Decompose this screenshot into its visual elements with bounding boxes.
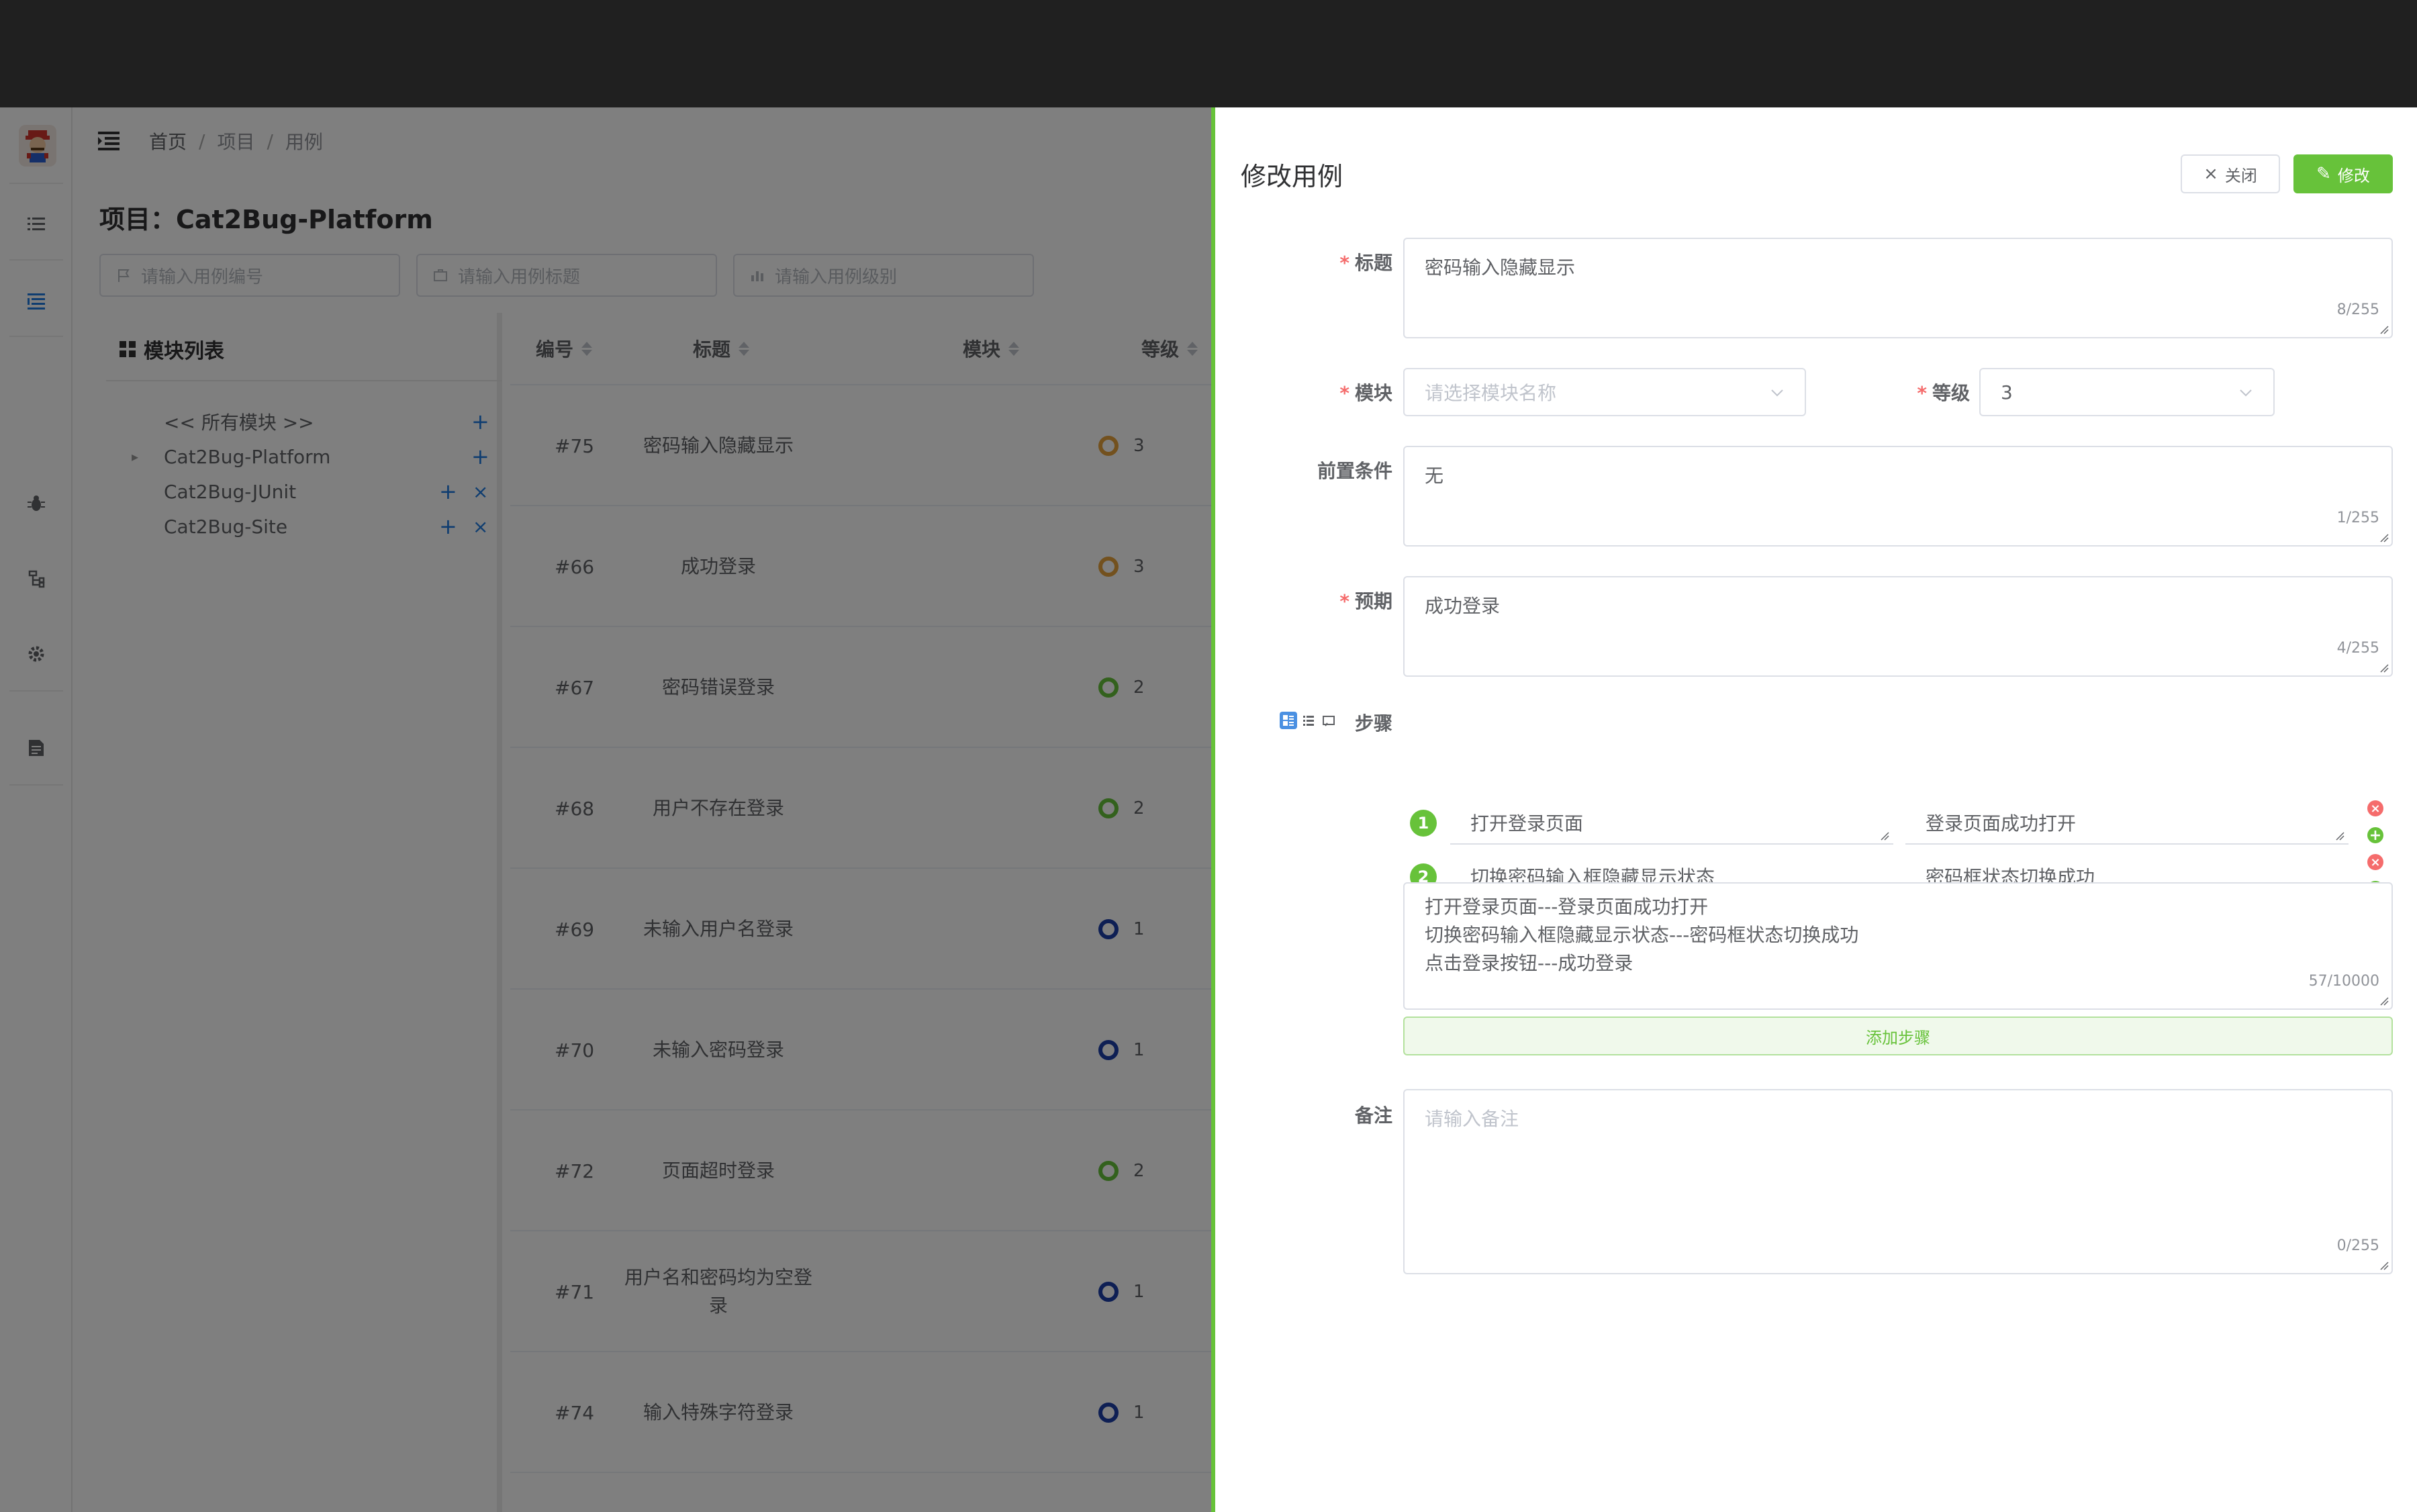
title-counter: 8/255 (2336, 301, 2379, 318)
add-step-button[interactable]: 添加步骤 (1403, 1017, 2393, 1055)
steps-text-field[interactable]: 打开登录页面---登录页面成功打开 切换密码输入框隐藏显示状态---密码框状态切… (1403, 882, 2393, 1010)
resize-grip-icon[interactable] (2379, 996, 2389, 1006)
module-placeholder: 请选择模块名称 (1425, 382, 1557, 404)
close-button-label: 关闭 (2224, 166, 2257, 185)
precondition-label: 前置条件 (1317, 460, 1392, 482)
expected-label: * 预期 (1339, 590, 1392, 612)
steps-text-value: 打开登录页面---登录页面成功打开 切换密码输入框隐藏显示状态---密码框状态切… (1425, 896, 1859, 974)
module-select[interactable]: 请选择模块名称 (1403, 368, 1806, 416)
module-label: * 模块 (1339, 382, 1392, 404)
modal-overlay[interactable] (0, 107, 1211, 1512)
step-row: 1 打开登录页面 登录页面成功打开 × + (1410, 800, 2390, 845)
title-label: * 标题 (1339, 252, 1392, 274)
expected-counter: 4/255 (2336, 640, 2379, 657)
remove-step-icon[interactable]: × (2367, 854, 2383, 870)
app-window: 首页 / 项目 / 用例 项目：Cat2Bug-Platform 请输入用例编号… (0, 107, 2417, 1512)
top-black-bar (0, 0, 2417, 107)
card-view-icon[interactable] (1280, 712, 1297, 729)
remark-label: 备注 (1354, 1104, 1392, 1127)
expected-value: 成功登录 (1425, 595, 1501, 617)
step-action-input[interactable]: 打开登录页面 (1450, 802, 1893, 845)
step-result-input[interactable]: 登录页面成功打开 (1905, 802, 2349, 845)
edit-icon: ✎ (2316, 164, 2331, 184)
level-label: * 等级 (1917, 382, 1970, 404)
text-view-icon[interactable] (1320, 712, 1337, 729)
level-select[interactable]: 3 (1979, 368, 2275, 416)
title-value: 密码输入隐藏显示 (1425, 256, 1576, 279)
drawer-title: 修改用例 (1241, 162, 1343, 191)
resize-grip-icon[interactable] (2335, 831, 2344, 841)
resize-grip-icon[interactable] (1880, 831, 1889, 841)
insert-step-icon[interactable]: + (2367, 827, 2383, 844)
step-action-value: 打开登录页面 (1470, 812, 1584, 835)
resize-grip-icon[interactable] (2379, 325, 2389, 334)
save-button-label: 修改 (2337, 166, 2370, 185)
list-view-icon[interactable] (1300, 712, 1317, 729)
close-button[interactable]: × 关闭 (2181, 154, 2280, 193)
step-number-badge: 1 (1410, 810, 1437, 837)
steps-counter: 57/10000 (2308, 973, 2379, 990)
steps-label: 步骤 (1354, 712, 1392, 735)
chevron-down-icon (2240, 389, 2252, 397)
resize-grip-icon[interactable] (2379, 533, 2389, 542)
remark-placeholder: 请输入备注 (1425, 1108, 1519, 1130)
precondition-field[interactable]: 无 1/255 (1403, 446, 2393, 547)
level-value: 3 (2001, 381, 2013, 404)
chevron-down-icon (1771, 389, 1783, 397)
step-view-switcher (1280, 712, 1337, 729)
remark-counter: 0/255 (2336, 1237, 2379, 1254)
edit-case-drawer: 修改用例 × 关闭 ✎ 修改 * 标题 密码输入隐藏显示 8/255 * 模块 请选… (1211, 107, 2417, 1512)
precondition-counter: 1/255 (2336, 510, 2379, 526)
save-button[interactable]: ✎ 修改 (2293, 154, 2393, 193)
close-icon: × (2203, 164, 2218, 184)
resize-grip-icon[interactable] (2379, 1261, 2389, 1270)
step-result-value: 登录页面成功打开 (1926, 812, 2077, 835)
expected-field[interactable]: 成功登录 4/255 (1403, 576, 2393, 677)
resize-grip-icon[interactable] (2379, 663, 2389, 673)
precondition-value: 无 (1425, 465, 1444, 487)
remove-step-icon[interactable]: × (2367, 800, 2383, 816)
remark-field[interactable]: 请输入备注 0/255 (1403, 1089, 2393, 1274)
title-field[interactable]: 密码输入隐藏显示 8/255 (1403, 238, 2393, 338)
